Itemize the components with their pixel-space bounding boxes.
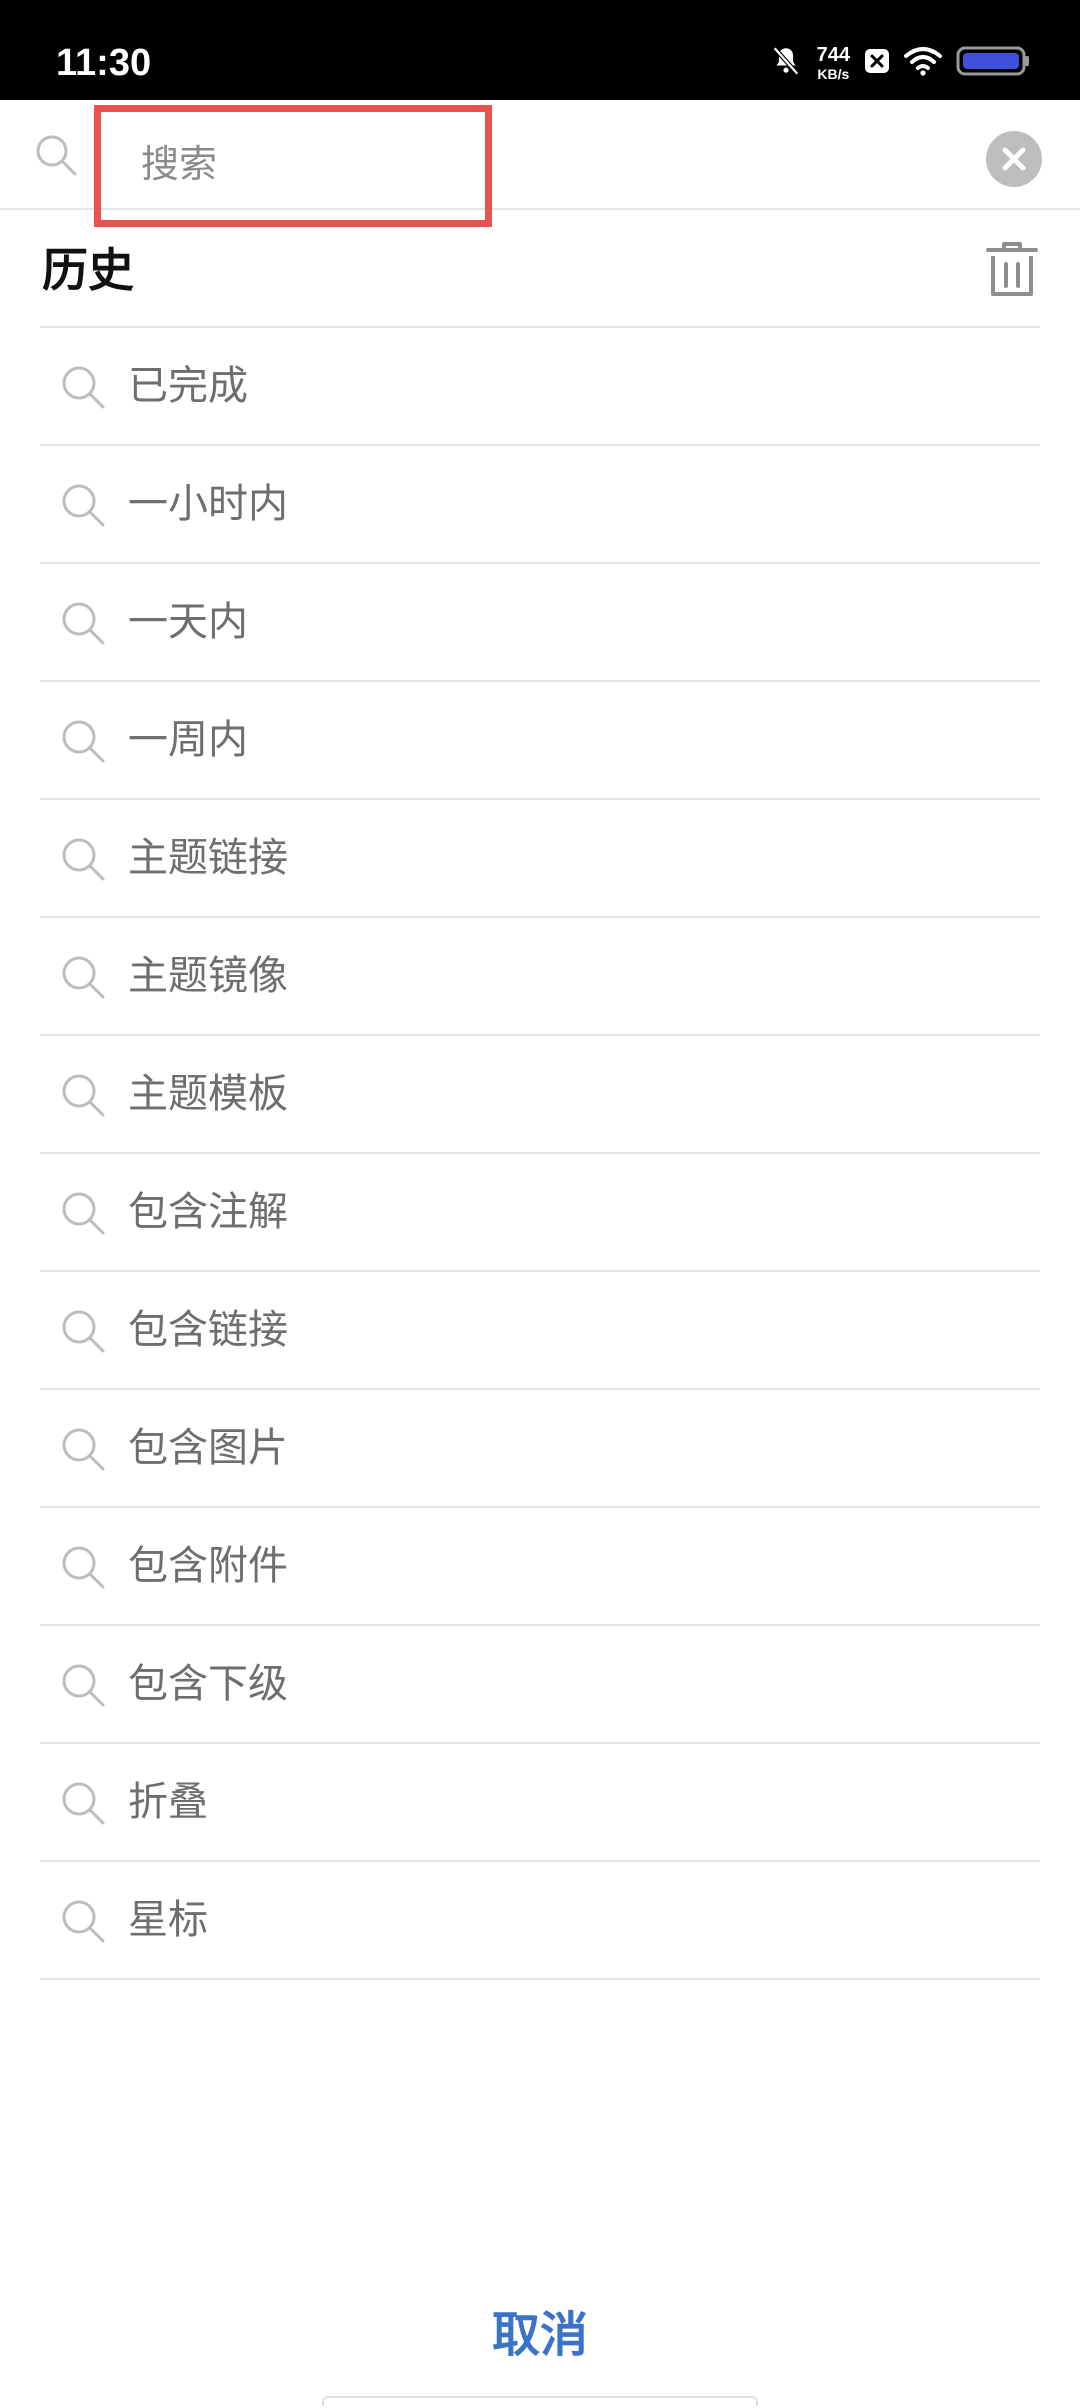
history-item[interactable]: 主题链接 bbox=[40, 800, 1040, 918]
history-item-label: 包含附件 bbox=[128, 1543, 288, 1589]
status-icons: 744 KB/s bbox=[769, 38, 1030, 88]
history-item-label: 主题模板 bbox=[128, 1071, 288, 1117]
search-icon bbox=[60, 1190, 106, 1236]
search-icon bbox=[60, 482, 106, 528]
history-item-label: 包含链接 bbox=[128, 1307, 288, 1353]
battery-icon bbox=[956, 45, 1030, 81]
search-icon bbox=[60, 600, 106, 646]
history-item[interactable]: 包含注解 bbox=[40, 1154, 1040, 1272]
cancel-button[interactable]: 取消 bbox=[390, 2290, 690, 2370]
history-item-label: 已完成 bbox=[128, 363, 248, 409]
clear-history-button[interactable] bbox=[984, 240, 1040, 300]
search-icon bbox=[34, 133, 78, 177]
history-item-label: 包含注解 bbox=[128, 1189, 288, 1235]
search-icon bbox=[60, 1898, 106, 1944]
history-item-label: 一天内 bbox=[128, 599, 248, 645]
x-box-icon bbox=[864, 47, 890, 79]
history-item[interactable]: 包含图片 bbox=[40, 1390, 1040, 1508]
history-item[interactable]: 一周内 bbox=[40, 682, 1040, 800]
history-item[interactable]: 一天内 bbox=[40, 564, 1040, 682]
history-item-label: 包含图片 bbox=[128, 1425, 288, 1471]
history-item[interactable]: 一小时内 bbox=[40, 446, 1040, 564]
home-indicator[interactable] bbox=[322, 2396, 758, 2406]
wifi-icon bbox=[904, 46, 942, 80]
search-icon bbox=[60, 1308, 106, 1354]
history-item-label: 星标 bbox=[128, 1897, 208, 1943]
status-time: 11:30 bbox=[56, 42, 152, 84]
trash-icon bbox=[986, 242, 1038, 296]
network-speed: 744 KB/s bbox=[817, 45, 850, 81]
history-item-label: 一小时内 bbox=[128, 481, 288, 527]
history-item[interactable]: 主题模板 bbox=[40, 1036, 1040, 1154]
clear-search-button[interactable] bbox=[986, 131, 1042, 187]
history-item[interactable]: 折叠 bbox=[40, 1744, 1040, 1862]
history-item[interactable]: 包含附件 bbox=[40, 1508, 1040, 1626]
history-item-label: 主题镜像 bbox=[128, 953, 288, 999]
search-icon bbox=[60, 1662, 106, 1708]
history-item[interactable]: 包含链接 bbox=[40, 1272, 1040, 1390]
search-bar bbox=[0, 100, 1080, 227]
history-item-label: 一周内 bbox=[128, 717, 248, 763]
search-icon bbox=[60, 1072, 106, 1118]
search-icon bbox=[60, 1426, 106, 1472]
history-item[interactable]: 包含下级 bbox=[40, 1626, 1040, 1744]
history-header: 历史 bbox=[40, 210, 1040, 328]
network-speed-value: 744 bbox=[816, 44, 850, 66]
network-speed-unit: KB/s bbox=[817, 66, 850, 82]
history-item-label: 主题链接 bbox=[128, 835, 288, 881]
search-icon bbox=[60, 364, 106, 410]
history-item[interactable]: 主题镜像 bbox=[40, 918, 1040, 1036]
search-icon bbox=[60, 718, 106, 764]
history-item-label: 包含下级 bbox=[128, 1661, 288, 1707]
search-icon bbox=[60, 836, 106, 882]
history-item-label: 折叠 bbox=[128, 1779, 208, 1825]
history-item[interactable]: 星标 bbox=[40, 1862, 1040, 1980]
close-icon bbox=[1002, 147, 1026, 171]
search-icon bbox=[60, 954, 106, 1000]
history-list: 已完成一小时内一天内一周内主题链接主题镜像主题模板包含注解包含链接包含图片包含附… bbox=[40, 328, 1040, 1980]
history-title: 历史 bbox=[42, 243, 134, 297]
search-icon bbox=[60, 1544, 106, 1590]
history-item[interactable]: 已完成 bbox=[40, 328, 1040, 446]
bell-muted-icon bbox=[769, 44, 803, 82]
status-bar: 11:30 744 KB/s bbox=[0, 0, 1080, 100]
search-input-highlight bbox=[94, 105, 492, 227]
search-icon bbox=[60, 1780, 106, 1826]
search-input[interactable] bbox=[141, 138, 461, 190]
